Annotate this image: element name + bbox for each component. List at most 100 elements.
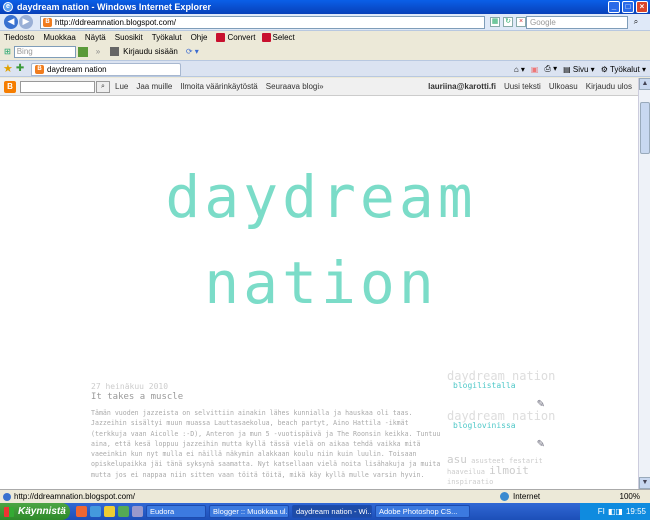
window-titlebar: e daydream nation - Windows Internet Exp…	[0, 0, 650, 14]
task-label: Eudora	[150, 507, 175, 516]
navbar-next-blog-link[interactable]: Seuraava blogi»	[266, 82, 324, 91]
task-eudora[interactable]: Eudora	[146, 505, 206, 518]
system-tray: FI ◧◨ 19:55	[580, 503, 650, 520]
ie-icon: e	[3, 2, 13, 12]
task-ie-daydream[interactable]: daydream nation - Wi...	[292, 505, 372, 518]
security-zone-label: Internet	[513, 492, 541, 501]
messenger-quicklaunch-icon[interactable]	[118, 506, 129, 517]
close-button[interactable]: ×	[636, 1, 648, 13]
bloglovin-badge[interactable]: daydream nation bloglovinissa ✎	[447, 410, 557, 450]
folder-icon[interactable]	[104, 506, 115, 517]
vertical-scrollbar[interactable]: ▲ ▼	[638, 78, 650, 489]
tools-menu[interactable]: ⚙ Työkalut ▾	[601, 65, 646, 74]
select-icon	[261, 32, 271, 42]
address-url: http://ddreamnation.blogspot.com/	[55, 18, 176, 27]
refresh-icon[interactable]: ↻	[503, 17, 513, 27]
post-title[interactable]: It takes a muscle	[91, 392, 183, 402]
blog-title-line2: nation	[204, 249, 438, 317]
blog-search-input[interactable]	[20, 80, 95, 93]
task-label: daydream nation - Wi...	[296, 507, 372, 516]
home-icon[interactable]: ⌂ ▾	[514, 65, 525, 74]
bing-search-button[interactable]	[77, 46, 88, 57]
menu-edit[interactable]: Muokkaa	[43, 33, 75, 42]
tabs-row: ★ ✚ B daydream nation ⌂ ▾ ▣ ⎙ ▾ ▤ Sivu ▾…	[0, 60, 650, 77]
ie-quicklaunch-icon[interactable]	[90, 506, 101, 517]
post-date: 27 heinäkuu 2010	[91, 382, 169, 391]
convert-button[interactable]: Convert	[216, 32, 256, 42]
stop-icon[interactable]: ×	[516, 17, 526, 27]
page-menu[interactable]: ▤ Sivu ▾	[563, 65, 595, 74]
scroll-down-arrow-icon[interactable]: ▼	[639, 477, 650, 489]
signin-link[interactable]: Kirjaudu sisään	[123, 47, 178, 56]
navbar-read-link[interactable]: Lue	[115, 82, 128, 91]
scrollbar-thumb[interactable]	[640, 102, 650, 154]
blog-header-title[interactable]: daydream nation	[84, 154, 558, 326]
address-bar[interactable]: B http://ddreamnation.blogspot.com/	[40, 16, 485, 29]
page-margin-left	[0, 96, 84, 489]
menu-favorites[interactable]: Suosikit	[115, 33, 143, 42]
messenger-icon[interactable]	[110, 47, 120, 56]
search-input[interactable]: Google	[526, 16, 628, 29]
task-label: Adobe Photoshop CS...	[379, 507, 458, 516]
tag-link[interactable]: haaveilua	[447, 468, 485, 476]
badge2-label: bloglovinissa	[453, 421, 516, 430]
select-label: Select	[272, 32, 295, 42]
windows-logo-icon	[4, 506, 14, 517]
compatibility-icon[interactable]: ▦	[490, 17, 500, 27]
bing-search-input[interactable]: Bing	[13, 45, 76, 58]
blog-title-line1: daydream	[165, 163, 477, 231]
navbar-share-link[interactable]: Jaa muille	[136, 82, 172, 91]
firefox-icon[interactable]	[76, 506, 87, 517]
language-indicator[interactable]: FI	[598, 507, 605, 516]
feeds-icon[interactable]: ▣	[531, 65, 539, 74]
menu-help[interactable]: Ohje	[191, 33, 208, 42]
maximize-button[interactable]: □	[622, 1, 634, 13]
blog-search-button[interactable]: ⌕	[96, 80, 110, 93]
badge1-label: blogilistalla	[453, 381, 516, 390]
start-button[interactable]: Käynnistä	[0, 503, 70, 520]
tag-link[interactable]: asu	[447, 453, 467, 466]
task-blogger[interactable]: Blogger :: Muokkaa ul...	[209, 505, 289, 518]
page-margin-right	[558, 96, 638, 489]
navbar-report-link[interactable]: Ilmoita väärinkäytöstä	[180, 82, 257, 91]
blogilista-badge[interactable]: daydream nation blogilistalla ✎	[447, 370, 557, 410]
task-label: Blogger :: Muokkaa ul...	[213, 507, 289, 516]
menu-view[interactable]: Näytä	[85, 33, 106, 42]
tab-label: daydream nation	[47, 65, 107, 74]
navbar-new-post-link[interactable]: Uusi teksti	[504, 82, 541, 91]
search-icon[interactable]: ⌕	[630, 17, 642, 28]
menu-file[interactable]: Tiedosto	[4, 33, 34, 42]
menu-tools[interactable]: Työkalut	[152, 33, 182, 42]
convert-label: Convert	[227, 32, 256, 42]
forward-button[interactable]: ▶	[19, 15, 33, 29]
menu-bar: Tiedosto Muokkaa Näytä Suosikit Työkalut…	[0, 31, 650, 43]
navbar-design-link[interactable]: Ulkoasu	[549, 82, 578, 91]
window-title: daydream nation - Windows Internet Explo…	[17, 2, 211, 12]
minimize-button[interactable]: _	[608, 1, 620, 13]
badge2-tool-icon[interactable]: ✎	[537, 439, 545, 450]
zoom-level[interactable]: 100%	[620, 492, 640, 501]
tools-menu-label: Työkalut	[609, 64, 640, 74]
print-icon[interactable]: ⎙ ▾	[544, 64, 557, 74]
scroll-up-arrow-icon[interactable]: ▲	[639, 78, 650, 90]
task-photoshop[interactable]: Adobe Photoshop CS...	[375, 505, 470, 518]
tag-link[interactable]: inspiraatio	[447, 478, 493, 486]
post-body: Tämän vuoden jazzeista on selvittiin ain…	[91, 409, 441, 479]
user-email: lauriina@karotti.fi	[428, 82, 496, 91]
tag-link[interactable]: ilmoit	[489, 464, 529, 477]
toolbar-overflow-icon[interactable]: »	[96, 47, 100, 56]
favorites-star-icon[interactable]: ★	[3, 62, 13, 75]
select-button[interactable]: Select	[261, 32, 295, 42]
bing-toolbar: ⊞ Bing » Kirjaudu sisään ⟳ ▾	[0, 43, 650, 60]
blogger-favicon: B	[43, 18, 52, 27]
media-icon[interactable]	[132, 506, 143, 517]
sync-icon[interactable]: ⟳ ▾	[186, 47, 199, 56]
clock[interactable]: 19:55	[626, 507, 646, 516]
navbar-signout-link[interactable]: Kirjaudu ulos	[586, 82, 632, 91]
back-button[interactable]: ◀	[4, 15, 18, 29]
tray-icons[interactable]: ◧◨	[608, 507, 623, 516]
blogger-logo-icon[interactable]: B	[4, 80, 16, 93]
tab-daydream-nation[interactable]: B daydream nation	[31, 63, 181, 76]
add-favorites-icon[interactable]: ✚	[16, 63, 24, 74]
address-toolbar: ◀ ▶ B http://ddreamnation.blogspot.com/ …	[0, 14, 650, 31]
